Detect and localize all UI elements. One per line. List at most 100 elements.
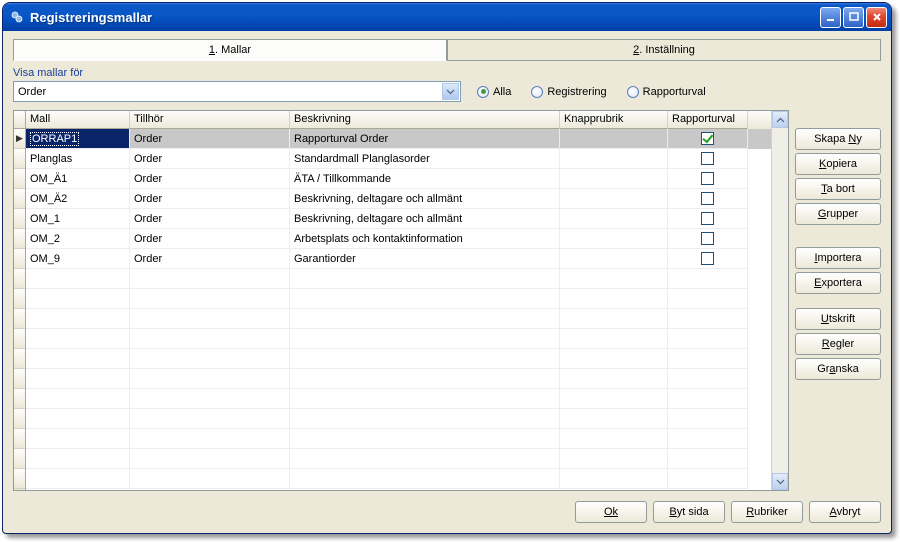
table-row[interactable] bbox=[26, 269, 771, 289]
row-header[interactable] bbox=[14, 409, 25, 429]
table-row[interactable] bbox=[26, 409, 771, 429]
checkbox-icon[interactable] bbox=[701, 192, 714, 205]
scroll-down-icon[interactable] bbox=[772, 473, 788, 490]
row-header[interactable] bbox=[14, 209, 25, 229]
row-header[interactable] bbox=[14, 369, 25, 389]
cell-knapprubrik bbox=[560, 129, 668, 149]
row-header[interactable] bbox=[14, 289, 25, 309]
tab-installning[interactable]: 2. Inställning bbox=[447, 39, 881, 61]
row-header[interactable]: ▶ bbox=[14, 129, 25, 149]
table-row[interactable]: ORRAP1OrderRapporturval Order bbox=[26, 129, 771, 149]
row-header[interactable] bbox=[14, 469, 25, 489]
cell-rapporturval[interactable] bbox=[668, 229, 748, 249]
radio-registrering[interactable]: Registrering bbox=[531, 86, 606, 98]
row-header[interactable] bbox=[14, 169, 25, 189]
row-header[interactable] bbox=[14, 449, 25, 469]
rubriker-button[interactable]: Rubriker bbox=[731, 501, 803, 523]
avbryt-button[interactable]: Avbryt bbox=[809, 501, 881, 523]
checkbox-icon[interactable] bbox=[701, 152, 714, 165]
cell-mall: ORRAP1 bbox=[26, 129, 130, 149]
row-header[interactable] bbox=[14, 429, 25, 449]
table-row[interactable]: OM_9OrderGarantiorder bbox=[26, 249, 771, 269]
cell-tillhor: Order bbox=[130, 189, 290, 209]
table-row[interactable] bbox=[26, 469, 771, 489]
radio-alla[interactable]: Alla bbox=[477, 86, 511, 98]
skapa-ny-button[interactable]: Skapa Ny bbox=[795, 128, 881, 150]
radio-rapporturval[interactable]: Rapporturval bbox=[627, 86, 706, 98]
table-row[interactable]: OM_Ä1OrderÄTA / Tillkommande bbox=[26, 169, 771, 189]
row-header[interactable] bbox=[14, 329, 25, 349]
row-header[interactable] bbox=[14, 189, 25, 209]
cell-tillhor: Order bbox=[130, 209, 290, 229]
col-mall[interactable]: Mall bbox=[26, 111, 130, 129]
col-tillhor[interactable]: Tillhör bbox=[130, 111, 290, 129]
checkbox-icon[interactable] bbox=[701, 132, 714, 145]
cell-rapporturval[interactable] bbox=[668, 209, 748, 229]
vertical-scrollbar[interactable] bbox=[771, 111, 788, 490]
row-header[interactable] bbox=[14, 249, 25, 269]
content-area: 1. Mallar 2. Inställning Visa mallar för… bbox=[3, 31, 891, 533]
checkbox-icon[interactable] bbox=[701, 232, 714, 245]
cell-knapprubrik bbox=[560, 189, 668, 209]
col-knapprubrik[interactable]: Knapprubrik bbox=[560, 111, 668, 129]
cell-beskrivning: Standardmall Planglasorder bbox=[290, 149, 560, 169]
tab-mallar[interactable]: 1. Mallar bbox=[13, 39, 447, 61]
col-beskrivning[interactable]: Beskrivning bbox=[290, 111, 560, 129]
ok-button[interactable]: Ok bbox=[575, 501, 647, 523]
cell-mall: OM_2 bbox=[26, 229, 130, 249]
cell-rapporturval[interactable] bbox=[668, 169, 748, 189]
cell-rapporturval[interactable] bbox=[668, 249, 748, 269]
filter-combo[interactable]: Order bbox=[13, 81, 461, 102]
scroll-up-icon[interactable] bbox=[772, 111, 788, 128]
cell-mall: Planglas bbox=[26, 149, 130, 169]
cell-rapporturval[interactable] bbox=[668, 129, 748, 149]
row-header[interactable] bbox=[14, 349, 25, 369]
cell-beskrivning: Garantiorder bbox=[290, 249, 560, 269]
row-header[interactable] bbox=[14, 229, 25, 249]
exportera-button[interactable]: Exportera bbox=[795, 272, 881, 294]
table-row[interactable] bbox=[26, 449, 771, 469]
table-row[interactable] bbox=[26, 369, 771, 389]
checkbox-icon[interactable] bbox=[701, 212, 714, 225]
granska-button[interactable]: Granska bbox=[795, 358, 881, 380]
cell-rapporturval[interactable] bbox=[668, 149, 748, 169]
table-row[interactable] bbox=[26, 429, 771, 449]
table-row[interactable]: OM_Ä2OrderBeskrivning, deltagare och all… bbox=[26, 189, 771, 209]
table-row[interactable] bbox=[26, 289, 771, 309]
filter-row: Visa mallar för Order Alla Registrering bbox=[13, 65, 881, 106]
cell-tillhor: Order bbox=[130, 149, 290, 169]
minimize-button[interactable] bbox=[820, 7, 841, 28]
table-row[interactable] bbox=[26, 349, 771, 369]
col-rapporturval[interactable]: Rapporturval bbox=[668, 111, 748, 129]
app-icon bbox=[9, 9, 25, 25]
table-row[interactable]: OM_1OrderBeskrivning, deltagare och allm… bbox=[26, 209, 771, 229]
utskrift-button[interactable]: Utskrift bbox=[795, 308, 881, 330]
maximize-button[interactable] bbox=[843, 7, 864, 28]
byt-sida-button[interactable]: Byt sida bbox=[653, 501, 725, 523]
cell-tillhor: Order bbox=[130, 169, 290, 189]
table-row[interactable] bbox=[26, 389, 771, 409]
cell-beskrivning: ÄTA / Tillkommande bbox=[290, 169, 560, 189]
grupper-button[interactable]: Grupper bbox=[795, 203, 881, 225]
filter-label: Visa mallar för bbox=[13, 67, 461, 79]
row-header[interactable] bbox=[14, 269, 25, 289]
table-row[interactable] bbox=[26, 309, 771, 329]
table-row[interactable]: OM_2OrderArbetsplats och kontaktinformat… bbox=[26, 229, 771, 249]
row-header[interactable] bbox=[14, 149, 25, 169]
row-header[interactable] bbox=[14, 389, 25, 409]
cell-knapprubrik bbox=[560, 249, 668, 269]
scroll-track[interactable] bbox=[772, 128, 788, 473]
chevron-down-icon[interactable] bbox=[442, 83, 459, 100]
importera-button[interactable]: Importera bbox=[795, 247, 881, 269]
checkbox-icon[interactable] bbox=[701, 172, 714, 185]
table-row[interactable]: PlanglasOrderStandardmall Planglasorder bbox=[26, 149, 771, 169]
window-title: Registreringsmallar bbox=[30, 10, 820, 25]
kopiera-button[interactable]: Kopiera bbox=[795, 153, 881, 175]
row-header[interactable] bbox=[14, 309, 25, 329]
ta-bort-button[interactable]: Ta bort bbox=[795, 178, 881, 200]
checkbox-icon[interactable] bbox=[701, 252, 714, 265]
regler-button[interactable]: Regler bbox=[795, 333, 881, 355]
cell-rapporturval[interactable] bbox=[668, 189, 748, 209]
table-row[interactable] bbox=[26, 329, 771, 349]
close-button[interactable] bbox=[866, 7, 887, 28]
